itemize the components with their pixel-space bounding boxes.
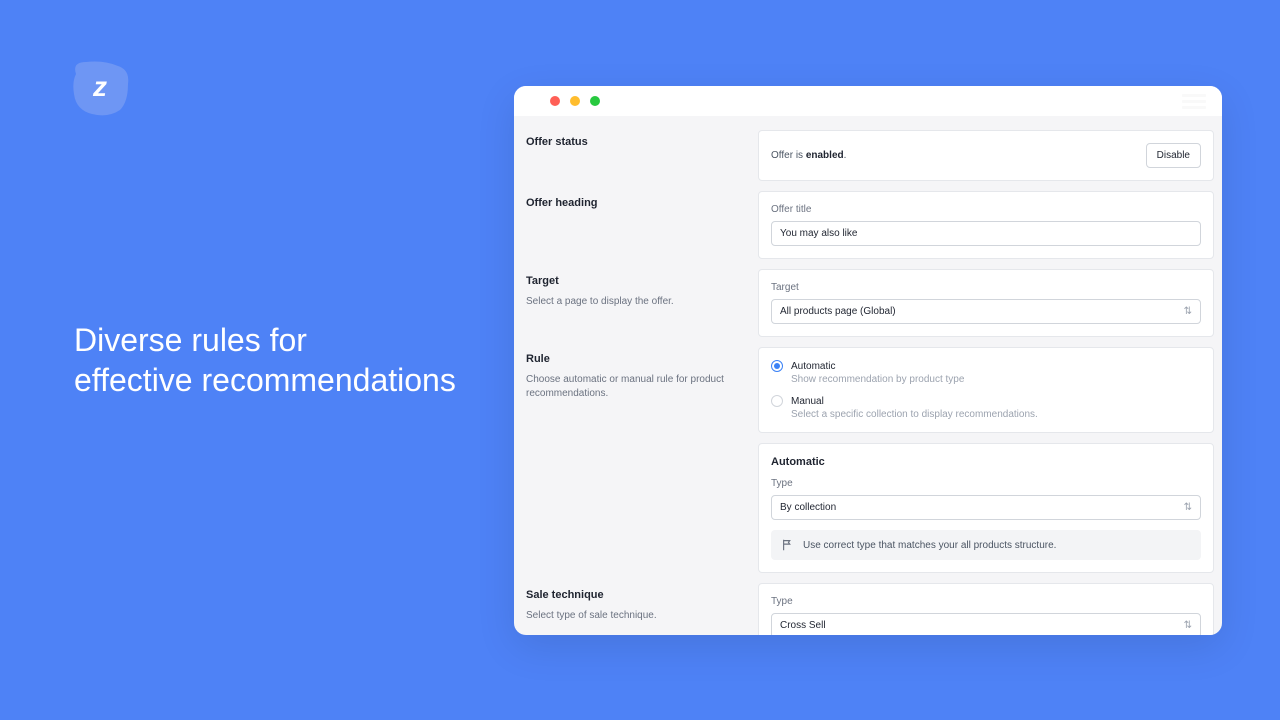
section-title-sale: Sale technique xyxy=(526,589,754,601)
offer-status-card: Offer is enabled. Disable xyxy=(758,130,1214,181)
section-title-target: Target xyxy=(526,275,754,287)
menu-icon[interactable] xyxy=(1182,94,1206,109)
radio-manual-desc: Select a specific collection to display … xyxy=(791,409,1201,420)
flag-icon xyxy=(781,538,795,552)
svg-text:z: z xyxy=(92,71,107,102)
automatic-hint: Use correct type that matches your all p… xyxy=(771,530,1201,560)
brand-logo: z xyxy=(68,56,132,120)
close-icon[interactable] xyxy=(550,96,560,106)
radio-manual-label: Manual xyxy=(791,396,824,407)
section-sub-sale: Select type of sale technique. xyxy=(526,609,754,623)
target-select[interactable]: All products page (Global) ⇅ xyxy=(771,299,1201,324)
offer-heading-card: Offer title xyxy=(758,191,1214,259)
headline: Diverse rules for effective recommendati… xyxy=(74,320,456,400)
automatic-heading: Automatic xyxy=(771,456,1201,468)
disable-button[interactable]: Disable xyxy=(1146,143,1201,168)
sale-type-value: Cross Sell xyxy=(780,620,826,631)
rule-card: Automatic Show recommendation by product… xyxy=(758,347,1214,433)
automatic-type-value: By collection xyxy=(780,502,836,513)
radio-automatic[interactable] xyxy=(771,360,783,372)
target-label: Target xyxy=(771,282,1201,293)
radio-automatic-label: Automatic xyxy=(791,361,835,372)
offer-title-label: Offer title xyxy=(771,204,1201,215)
chevron-updown-icon: ⇅ xyxy=(1184,306,1192,317)
section-title-rule: Rule xyxy=(526,353,754,365)
sale-type-label: Type xyxy=(771,596,1201,607)
offer-status-text: Offer is enabled. xyxy=(771,150,846,161)
automatic-type-label: Type xyxy=(771,478,1201,489)
chevron-updown-icon: ⇅ xyxy=(1184,620,1192,631)
offer-title-input[interactable] xyxy=(771,221,1201,246)
section-title-offer-heading: Offer heading xyxy=(526,197,754,209)
automatic-type-select[interactable]: By collection ⇅ xyxy=(771,495,1201,520)
radio-manual[interactable] xyxy=(771,395,783,407)
target-card: Target All products page (Global) ⇅ xyxy=(758,269,1214,337)
target-value: All products page (Global) xyxy=(780,306,896,317)
automatic-hint-text: Use correct type that matches your all p… xyxy=(803,540,1056,551)
titlebar xyxy=(514,86,1222,116)
app-window: Offer status Offer is enabled. Disable O… xyxy=(514,86,1222,635)
chevron-updown-icon: ⇅ xyxy=(1184,502,1192,513)
section-sub-rule: Choose automatic or manual rule for prod… xyxy=(526,373,754,401)
minimize-icon[interactable] xyxy=(570,96,580,106)
radio-automatic-desc: Show recommendation by product type xyxy=(791,374,1201,385)
automatic-card: Automatic Type By collection ⇅ Use corre… xyxy=(758,443,1214,573)
sale-card: Type Cross Sell ⇅ xyxy=(758,583,1214,635)
section-sub-target: Select a page to display the offer. xyxy=(526,295,754,309)
maximize-icon[interactable] xyxy=(590,96,600,106)
window-controls xyxy=(550,96,600,106)
section-title-offer-status: Offer status xyxy=(526,136,754,148)
sale-type-select[interactable]: Cross Sell ⇅ xyxy=(771,613,1201,635)
